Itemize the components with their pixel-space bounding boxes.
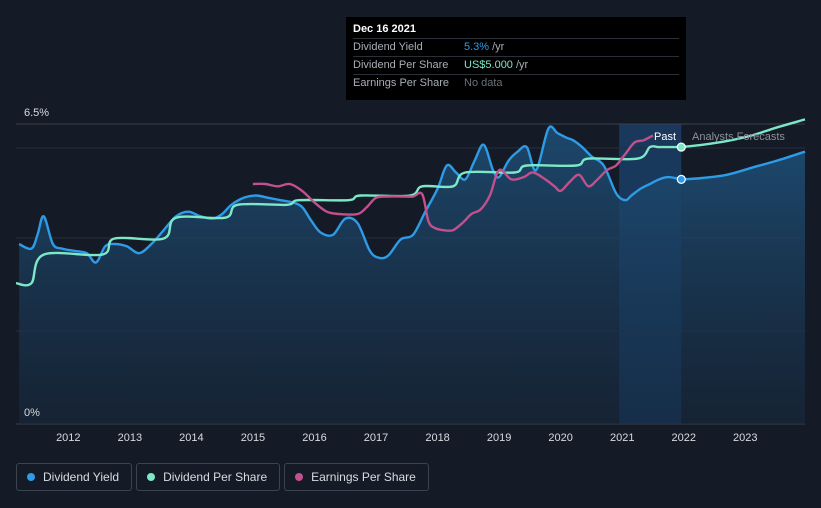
tooltip-label: Earnings Per Share — [353, 77, 449, 89]
dividend-yield-forecast-area — [681, 151, 805, 424]
x-tick-label: 2020 — [548, 432, 572, 444]
tooltip-row-dividend-yield: Dividend Yield 5.3% /yr — [353, 38, 679, 56]
tooltip-label: Dividend Per Share — [353, 59, 449, 71]
y-tick-label: 6.5% — [24, 107, 49, 119]
x-tick-label: 2018 — [425, 432, 449, 444]
tooltip-unit: /yr — [492, 41, 505, 53]
tooltip-date: Dec 16 2021 — [353, 23, 416, 35]
series-areas — [19, 126, 805, 424]
dividend-per-share-today-marker — [676, 142, 686, 152]
x-tick-label: 2017 — [364, 432, 388, 444]
legend-dividend-per-share[interactable]: Dividend Per Share — [136, 463, 281, 491]
y-tick-label: 0% — [24, 407, 40, 419]
legend-label: Earnings Per Share — [311, 470, 416, 484]
legend-label: Dividend Per Share — [163, 470, 268, 484]
dividend-yield-area — [19, 126, 682, 424]
analysts-forecasts-label: Analysts Forecasts — [692, 131, 785, 143]
tooltip-label: Dividend Yield — [353, 41, 423, 53]
x-tick-label: 2016 — [302, 432, 326, 444]
tooltip-row-earnings-per-share: Earnings Per Share No data — [353, 74, 679, 92]
tooltip-value: 5.3% — [464, 41, 490, 53]
dividend-yield-today-marker — [676, 174, 686, 184]
dividend-yield-dot-icon — [27, 473, 35, 481]
tooltip-row-dividend-per-share: Dividend Per Share US$5.000 /yr — [353, 56, 679, 74]
x-tick-label: 2021 — [610, 432, 634, 444]
x-tick-label: 2013 — [118, 432, 142, 444]
tooltip: Dec 16 2021 Dividend Yield 5.3% /yr Divi… — [346, 17, 686, 100]
past-label: Past — [654, 131, 676, 143]
tooltip-unit: /yr — [515, 59, 529, 71]
dividend-per-share-dot-icon — [147, 473, 156, 481]
x-tick-label: 2015 — [241, 432, 265, 444]
legend-dividend-yield[interactable]: Dividend Yield — [16, 463, 133, 491]
x-tick-label: 2012 — [56, 432, 80, 444]
tooltip-value: US$5.000 — [464, 59, 513, 71]
earnings-per-share-dot-icon — [295, 473, 304, 481]
legend: Dividend Yield Dividend Per Share Earnin… — [16, 463, 429, 491]
x-axis-labels: 2012 2013 2014 2015 2016 2017 2018 2019 2020 2021… — [56, 432, 757, 444]
tooltip-value: No data — [464, 77, 503, 89]
x-tick-label: 2022 — [672, 432, 696, 444]
x-tick-label: 2014 — [179, 432, 203, 444]
legend-label: Dividend Yield — [43, 470, 120, 484]
legend-earnings-per-share[interactable]: Earnings Per Share — [284, 463, 429, 491]
x-tick-label: 2019 — [487, 432, 511, 444]
x-tick-label: 2023 — [733, 432, 757, 444]
